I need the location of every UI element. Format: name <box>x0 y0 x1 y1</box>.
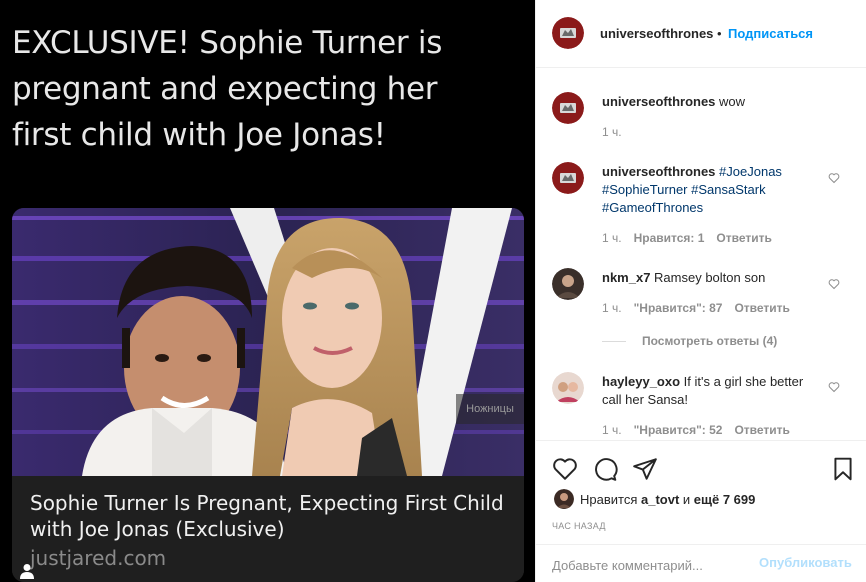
post-actions: Нравится a_tovt и ещё 7 699 час назад <box>536 440 866 544</box>
comment-text: universeofthrones wow <box>602 93 824 111</box>
like-comment-heart-icon[interactable] <box>828 172 840 184</box>
post-author-username[interactable]: universeofthrones <box>600 26 713 41</box>
follow-button[interactable]: Подписаться <box>728 26 813 41</box>
avatar[interactable] <box>552 92 584 124</box>
liker-username[interactable]: a_tovt <box>641 492 679 507</box>
comment-body: Ramsey bolton son <box>650 270 766 285</box>
comment-body: wow <box>715 94 746 109</box>
comment-likes[interactable]: "Нравится": 87 <box>634 301 723 315</box>
post-image[interactable]: EXCLUSIVE! Sophie Turner is pregnant and… <box>0 0 535 582</box>
comment-likes[interactable]: "Нравится": 52 <box>634 423 723 437</box>
comment-meta: 1 ч. "Нравится": 52 Ответить <box>602 423 802 437</box>
hashtag-link[interactable]: #JoeJonas <box>719 164 782 179</box>
hashtag-link[interactable]: #GameofThrones <box>602 200 703 215</box>
post-headline: EXCLUSIVE! Sophie Turner is pregnant and… <box>12 25 443 153</box>
like-comment-heart-icon[interactable] <box>828 278 840 290</box>
link-preview-caption: Sophie Turner Is Pregnant, Expecting Fir… <box>12 476 524 582</box>
comment-meta: 1 ч. "Нравится": 87 Ответить <box>602 301 802 315</box>
reply-button[interactable]: Ответить <box>716 231 771 245</box>
comment-time[interactable]: 1 ч. <box>602 231 622 245</box>
likes-text: Нравится a_tovt и ещё 7 699 <box>580 492 755 507</box>
hashtag-link[interactable]: #SophieTurner <box>602 182 688 197</box>
likes-count[interactable]: ещё 7 699 <box>694 492 756 507</box>
comment-time[interactable]: 1 ч. <box>602 301 622 315</box>
comment-time[interactable]: 1 ч. <box>602 125 622 139</box>
likes-middle: и <box>679 492 694 507</box>
reply-button[interactable]: Ответить <box>734 423 789 437</box>
comment-username[interactable]: universeofthrones <box>602 164 715 179</box>
hashtag-link[interactable]: #SansaStark <box>691 182 765 197</box>
like-comment-heart-icon[interactable] <box>828 381 840 393</box>
comment-icon[interactable] <box>592 456 618 482</box>
avatar[interactable] <box>552 17 584 49</box>
comment-text: hayleyy_oxo If it's a girl she better ca… <box>602 373 824 409</box>
comment-meta: 1 ч. Нравится: 1 Ответить <box>602 231 784 245</box>
avatar[interactable] <box>552 268 584 300</box>
post-sidebar: universeofthrones • Подписаться universe… <box>535 0 866 582</box>
user-tag-icon[interactable] <box>20 563 34 579</box>
share-icon[interactable] <box>632 456 658 482</box>
heart-icon[interactable] <box>552 456 578 482</box>
replies-divider <box>602 341 626 343</box>
publish-button[interactable]: Опубликовать <box>759 555 852 570</box>
comment-text: universeofthrones #JoeJonas #SophieTurner… <box>602 163 824 217</box>
link-preview-source: justjared.com <box>30 546 167 570</box>
celebrity-photo <box>12 208 524 476</box>
avatar[interactable] <box>552 162 584 194</box>
comments-list[interactable]: universeofthrones wow 1 ч. universeofthr… <box>536 68 866 440</box>
comment-username[interactable]: hayleyy_oxo <box>602 374 680 389</box>
bookmark-icon[interactable] <box>830 456 856 482</box>
link-preview-title: Sophie Turner Is Pregnant, Expecting Fir… <box>30 491 504 541</box>
comment-username[interactable]: nkm_x7 <box>602 270 650 285</box>
comment-username[interactable]: universeofthrones <box>602 94 715 109</box>
comment-input[interactable] <box>552 554 752 576</box>
post-header: universeofthrones • Подписаться <box>536 0 866 68</box>
comment-text: nkm_x7 Ramsey bolton son <box>602 269 824 287</box>
add-comment-bar: Опубликовать <box>536 544 866 582</box>
post-timestamp[interactable]: час назад <box>552 521 606 531</box>
header-separator: • <box>717 26 722 41</box>
reply-button[interactable]: Ответить <box>734 301 789 315</box>
link-preview-card: Sophie Turner Is Pregnant, Expecting Fir… <box>12 208 524 582</box>
view-replies-button[interactable]: Посмотреть ответы (4) <box>602 334 777 348</box>
view-replies-label: Посмотреть ответы (4) <box>642 334 778 348</box>
comment-time[interactable]: 1 ч. <box>602 423 622 437</box>
likes-prefix: Нравится <box>580 492 641 507</box>
avatar[interactable] <box>554 489 574 509</box>
comment-likes[interactable]: Нравится: 1 <box>634 231 705 245</box>
avatar[interactable] <box>552 372 584 404</box>
comment-meta: 1 ч. <box>602 125 634 139</box>
snipping-watermark: Ножницы <box>456 394 524 424</box>
